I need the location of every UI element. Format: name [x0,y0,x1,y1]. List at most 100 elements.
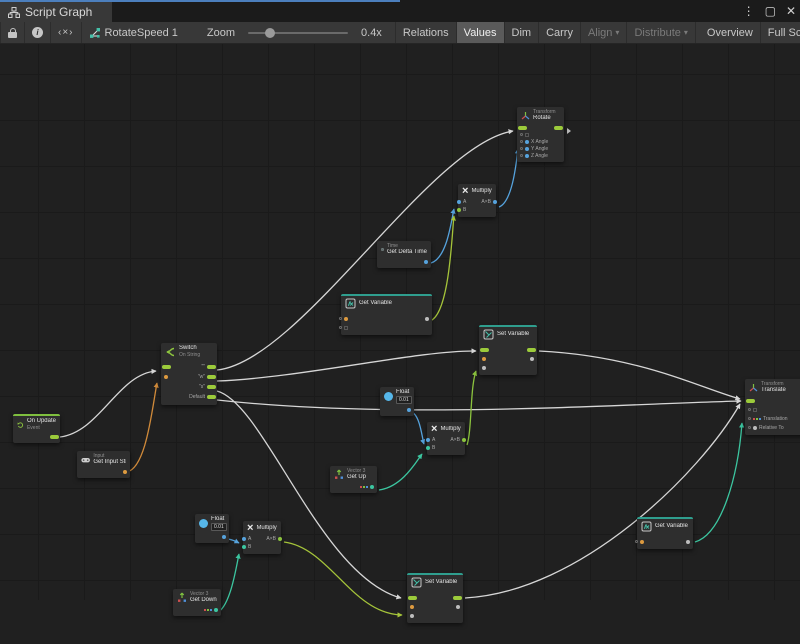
value-in-port[interactable] [410,614,414,618]
node-translate[interactable]: Transform Translate Translation Relative… [745,379,800,435]
float-value-field[interactable]: 0.01 [211,523,227,531]
tab-script-graph[interactable]: Script Graph [0,2,112,22]
node-get-variable-bottom[interactable]: Get Variable [637,517,693,549]
result-out-port[interactable] [278,537,282,541]
inspect-button[interactable]: i [25,22,51,43]
x-angle-port[interactable] [520,140,523,143]
zoom-slider-handle[interactable] [265,28,275,38]
translation-port[interactable] [748,417,751,420]
zoom-slider-track[interactable] [248,32,348,34]
vector-out-port[interactable] [214,608,218,612]
wire-getvariable-top-to-multiply-top[interactable] [430,216,454,321]
flow-in-port[interactable] [480,348,489,352]
b-in-port[interactable] [426,446,430,450]
value-out-port[interactable] [425,317,429,321]
close-icon[interactable]: ✕ [786,4,796,18]
wire-getup-to-multiply-mid[interactable] [379,454,422,490]
fullscreen-button[interactable]: Full Screen [761,22,800,43]
window-menu-icon[interactable]: ⋮ [743,4,755,18]
flow-in-port[interactable] [162,365,171,369]
node-float-mid[interactable]: Float 0.01 [380,387,414,416]
a-in-port[interactable] [242,537,246,541]
fallback-port[interactable] [339,326,342,329]
maximize-icon[interactable]: ▢ [765,4,776,18]
relations-toggle[interactable]: Relations [395,22,457,43]
lock-button[interactable] [0,22,25,43]
node-set-variable-bottom[interactable]: Set Variable [407,573,463,623]
relative-to-port[interactable] [748,426,751,429]
a-in-port[interactable] [426,438,430,442]
node-switch-on-string[interactable]: Switch On String "" "w" "s" Default [161,343,217,405]
wire-setvariable-mid-to-translate[interactable] [539,351,740,399]
node-rotate[interactable]: Transform Rotate X Angle Y Angle Z Angle [517,107,564,162]
wire-multiply-bottom-to-setvariable-bottom[interactable] [284,542,402,615]
name-port[interactable] [410,605,414,609]
value-out-port[interactable] [686,540,690,544]
name-port[interactable] [339,317,342,320]
case-out-port[interactable] [207,385,216,389]
value-out-port[interactable] [456,605,460,609]
node-multiply-top[interactable]: × Multiply A A×B B [458,184,496,217]
wire-getinputstring-to-switch[interactable] [126,383,157,472]
float-out-port[interactable] [424,260,428,264]
float-out-port[interactable] [222,535,226,539]
node-float-bottom[interactable]: Float 0.01 [195,514,229,543]
graph-canvas[interactable]: On Update Event Input Get Input String [0,44,800,600]
node-multiply-bottom[interactable]: × Multiply A A×B B [243,521,281,554]
flow-in-port[interactable] [746,399,755,403]
wire-multiply-top-to-rotate[interactable] [499,149,518,207]
b-in-port[interactable] [242,545,246,549]
name-port[interactable] [635,540,638,543]
node-get-down[interactable]: Vector 3 Get Down [173,589,221,616]
wire-float-mid-to-multiply-mid[interactable] [411,412,424,444]
dim-toggle[interactable]: Dim [505,22,540,43]
result-out-port[interactable] [462,438,466,442]
a-in-port[interactable] [457,200,461,204]
flow-out-port[interactable] [453,596,462,600]
wire-switch-to-setvariable-mid[interactable] [217,351,476,381]
wire-switch-default-to-translate[interactable] [217,400,741,410]
zoom-slider[interactable] [242,22,354,43]
value-in-port[interactable] [482,366,486,370]
node-get-variable-top[interactable]: Get Variable [341,294,432,335]
float-out-port[interactable] [407,408,411,412]
values-toggle[interactable]: Values [457,22,505,43]
node-on-update[interactable]: On Update Event [13,414,60,443]
flow-out-port[interactable] [527,348,536,352]
selector-in-port[interactable] [164,375,168,379]
flow-out-port[interactable] [554,126,563,130]
node-get-input-string[interactable]: Input Get Input String [77,451,130,478]
zoom-to-fit-button[interactable]: ‹×› [51,22,82,43]
wire-setvariable-bottom-to-translate[interactable] [465,404,740,598]
target-port[interactable] [520,133,523,136]
distribute-dropdown[interactable]: Distribute ▾ [627,22,695,43]
align-dropdown[interactable]: Align ▾ [581,22,627,43]
result-out-port[interactable] [493,200,497,204]
wire-getvariable-bottom-to-translate[interactable] [695,423,742,542]
string-out-port[interactable] [123,470,127,474]
wire-float-bottom-to-multiply-bottom[interactable] [228,539,239,543]
b-in-port[interactable] [457,208,461,212]
case-out-port[interactable] [207,375,216,379]
value-out-port[interactable] [530,357,534,361]
carry-toggle[interactable]: Carry [539,22,581,43]
target-port[interactable] [748,408,751,411]
node-get-delta-time[interactable]: Time Get Delta Time [377,241,431,268]
graph-breadcrumb[interactable]: RotateSpeed 1 [82,22,185,43]
wire-multiply-mid-to-setvariable-mid[interactable] [467,371,476,445]
node-get-up[interactable]: Vector 3 Get Up [330,466,377,493]
wire-onupdate-to-switch[interactable] [60,371,156,437]
wire-switch-to-setvariable-bottom[interactable] [217,391,401,598]
node-set-variable-mid[interactable]: Set Variable [479,325,537,375]
y-angle-port[interactable] [520,147,523,150]
node-multiply-mid[interactable]: × Multiply A A×B B [427,422,465,455]
name-port[interactable] [482,357,486,361]
z-angle-port[interactable] [520,154,523,157]
float-value-field[interactable]: 0.01 [396,396,412,404]
flow-in-port[interactable] [518,126,527,130]
flow-out-port[interactable] [50,435,59,439]
default-out-port[interactable] [207,395,216,399]
flow-in-port[interactable] [408,596,417,600]
vector-out-port[interactable] [370,485,374,489]
overview-button[interactable]: Overview [700,22,761,43]
